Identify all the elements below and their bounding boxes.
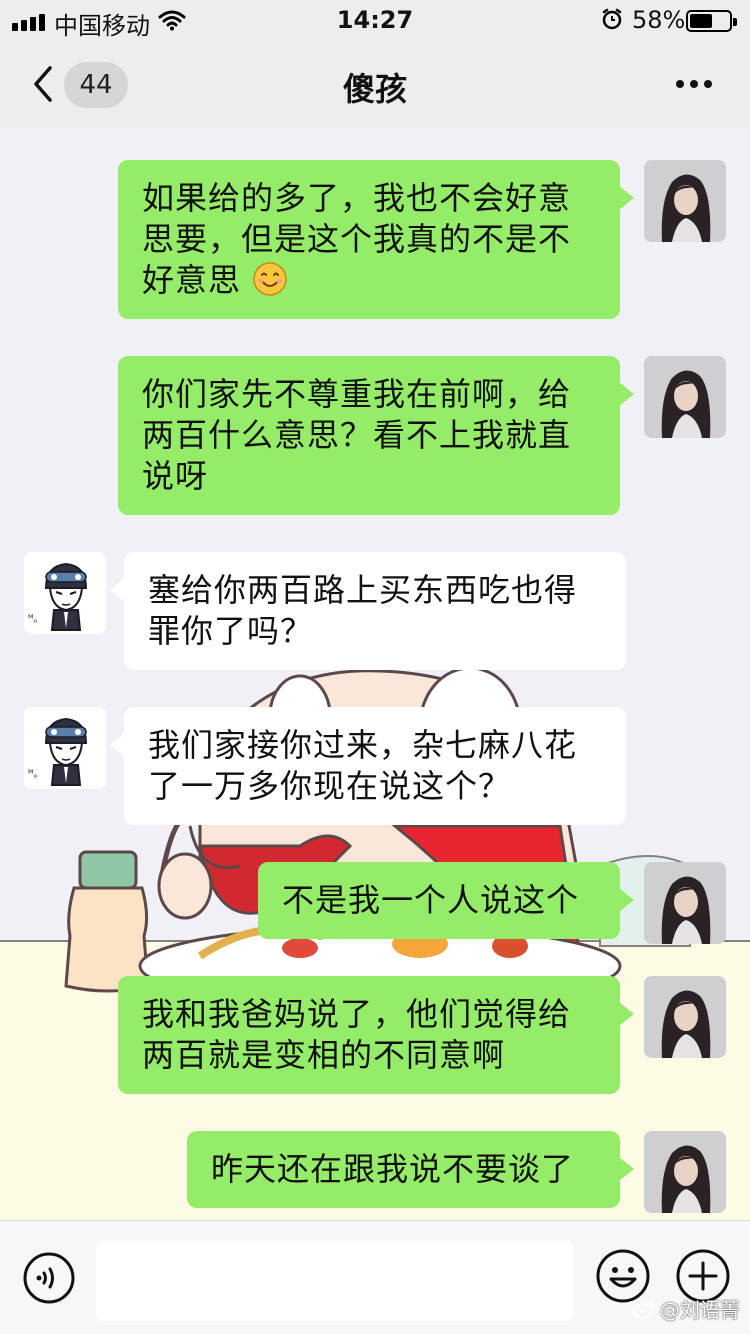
sent-message-bubble[interactable]: 如果给的多了，我也不会好意 思要，但是这个我真的不是不 好意思 bbox=[118, 160, 634, 319]
chat-title: 傻孩 bbox=[342, 70, 407, 108]
smile-emoji-icon bbox=[253, 262, 287, 296]
message-line: 昨天还在跟我说不要谈了 bbox=[211, 1150, 575, 1188]
message-line: 如果给的多了，我也不会好意 bbox=[142, 179, 572, 217]
message-line: 好意思 bbox=[142, 261, 242, 299]
message-line: 思要，但是这个我真的不是不 bbox=[142, 220, 572, 258]
svg-text:ᴹ。: ᴹ。 bbox=[28, 769, 43, 780]
battery-icon bbox=[686, 10, 737, 32]
weibo-icon bbox=[633, 1300, 655, 1318]
message-line: 两百什么意思？看不上我就直 bbox=[142, 416, 572, 454]
contact-avatar[interactable]: ᴹ。 bbox=[24, 552, 106, 634]
message-line: 说呀 bbox=[142, 457, 209, 495]
message-line: 不是我一个人说这个 bbox=[282, 881, 580, 919]
chat-header: 44 傻孩 bbox=[0, 40, 750, 126]
message-line: 我和我爸妈说了，他们觉得给 bbox=[142, 995, 572, 1033]
sent-message-bubble[interactable]: 你们家先不尊重我在前啊，给 两百什么意思？看不上我就直 说呀 bbox=[118, 356, 634, 515]
my-avatar[interactable] bbox=[644, 862, 726, 944]
message-line: 你们家先不尊重我在前啊，给 bbox=[142, 375, 572, 413]
message-line: 塞给你两百路上买东西吃也得 bbox=[148, 571, 578, 609]
message-line: 两百就是变相的不同意啊 bbox=[142, 1036, 506, 1074]
weibo-watermark: @刘语菁 bbox=[632, 1294, 740, 1323]
message-line: 了一万多你现在说这个？ bbox=[148, 767, 512, 805]
my-avatar[interactable] bbox=[644, 356, 726, 438]
status-bar: 中国移动 14:27 58% bbox=[0, 0, 750, 40]
svg-text:ᴹ。: ᴹ。 bbox=[28, 614, 43, 625]
chat-area[interactable]: 如果给的多了，我也不会好意 思要，但是这个我真的不是不 好意思 你们家先不尊重我在前… bbox=[0, 126, 750, 1220]
battery-percentage: 58% bbox=[632, 6, 686, 34]
message-line: 罪你了吗？ bbox=[148, 612, 314, 650]
sent-message-bubble[interactable]: 昨天还在跟我说不要谈了 bbox=[187, 1131, 634, 1208]
message-input[interactable] bbox=[96, 1241, 574, 1321]
more-dots-icon[interactable] bbox=[672, 68, 716, 100]
voice-icon[interactable] bbox=[22, 1251, 76, 1305]
battery-level bbox=[690, 14, 713, 28]
my-avatar[interactable] bbox=[644, 160, 726, 242]
watermark-text: @刘语菁 bbox=[660, 1298, 740, 1322]
received-message-bubble[interactable]: 我们家接你过来，杂七麻八花 了一万多你现在说这个？ bbox=[110, 707, 626, 825]
my-avatar[interactable] bbox=[644, 976, 726, 1058]
my-avatar[interactable] bbox=[644, 1131, 726, 1213]
alarm-icon bbox=[602, 8, 622, 30]
received-message-bubble[interactable]: 塞给你两百路上买东西吃也得 罪你了吗？ bbox=[110, 552, 626, 670]
message-line: 我们家接你过来，杂七麻八花 bbox=[148, 726, 578, 764]
sent-message-bubble[interactable]: 不是我一个人说这个 bbox=[258, 862, 634, 939]
contact-avatar[interactable]: ᴹ。 bbox=[24, 707, 106, 789]
sent-message-bubble[interactable]: 我和我爸妈说了，他们觉得给 两百就是变相的不同意啊 bbox=[118, 976, 634, 1094]
